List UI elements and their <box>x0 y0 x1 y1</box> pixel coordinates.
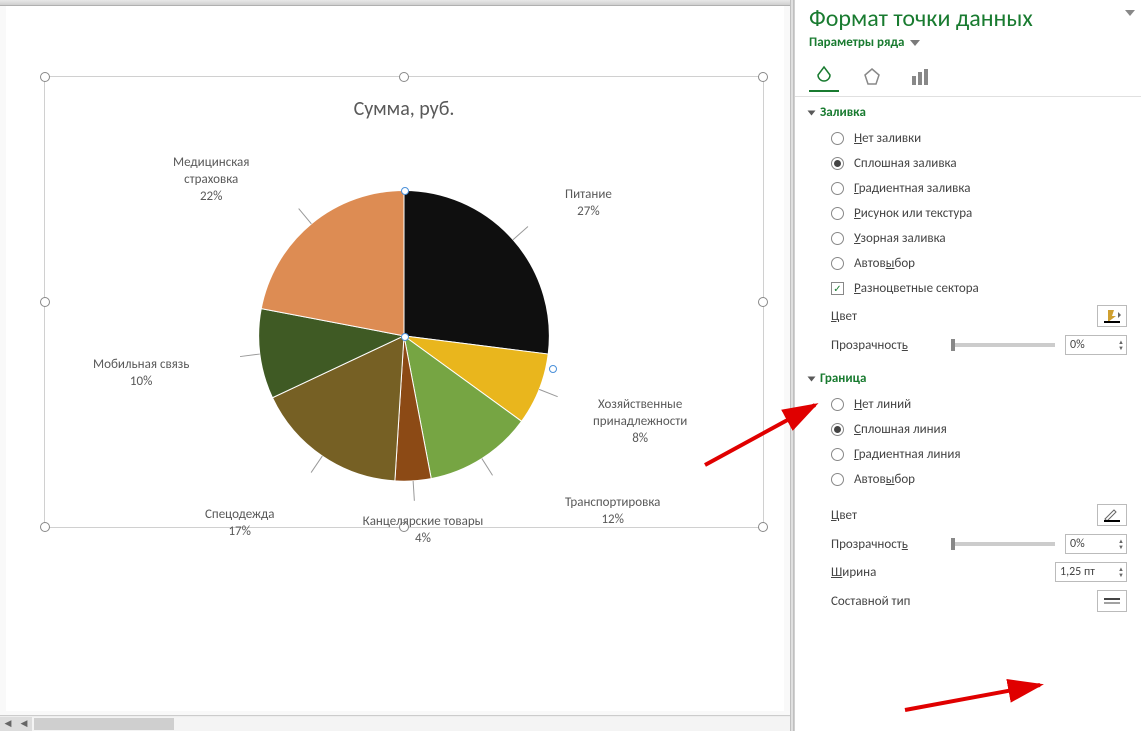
vary-colors-checkbox[interactable]: Разноцветные сектора <box>809 276 1127 301</box>
data-label[interactable]: Канцелярские товары4% <box>363 514 484 548</box>
compound-type-picker[interactable] <box>1097 590 1127 612</box>
horizontal-scrollbar[interactable]: ◀ ◀ <box>0 715 790 731</box>
tab-series-options[interactable] <box>905 62 935 92</box>
border-solid-radio[interactable]: Сплошная линия <box>809 417 1127 442</box>
tab-effects[interactable] <box>857 62 887 92</box>
border-width-row: Ширина 1,25 пт▲▼ <box>809 558 1127 586</box>
scroll-left-button[interactable]: ◀ <box>0 717 16 731</box>
option-tabs <box>795 56 1141 96</box>
scroll-thumb[interactable] <box>34 718 174 730</box>
border-compound-row: Составной тип <box>809 586 1127 616</box>
border-color-picker[interactable] <box>1097 504 1127 526</box>
fill-color-picker[interactable] <box>1097 305 1127 327</box>
fill-section: Заливка Нет заливки Сплошная заливка Гра… <box>795 97 1141 363</box>
border-width-field[interactable]: 1,25 пт▲▼ <box>1055 562 1127 582</box>
scroll-left-button[interactable]: ◀ <box>16 717 32 731</box>
tab-fill-line[interactable] <box>809 62 839 92</box>
fill-gradient-radio[interactable]: Градиентная заливка <box>809 176 1127 201</box>
chart-canvas-area: Сумма, руб. Питание27% Хозяйственныеприн… <box>0 0 790 731</box>
border-transparency-row: Прозрачность 0%▲▼ <box>809 530 1127 558</box>
fill-transparency-field[interactable]: 0%▲▼ <box>1065 335 1127 355</box>
data-label[interactable]: Спецодежда17% <box>205 507 274 541</box>
scroll-track[interactable] <box>32 717 790 731</box>
series-options-dropdown[interactable]: Параметры ряда <box>795 35 1141 56</box>
data-label[interactable]: Мобильная связь10% <box>93 357 189 391</box>
slide: Сумма, руб. Питание27% Хозяйственныеприн… <box>6 6 784 711</box>
border-none-radio[interactable]: Нет линий <box>809 392 1127 417</box>
selection-dot[interactable] <box>549 365 557 373</box>
fill-pattern-radio[interactable]: Узорная заливка <box>809 226 1127 251</box>
triangle-icon <box>808 110 816 115</box>
pane-collapse-button[interactable] <box>1125 10 1135 16</box>
fill-auto-radio[interactable]: Автовыбор <box>809 251 1127 276</box>
fill-picture-radio[interactable]: Рисунок или текстура <box>809 201 1127 226</box>
chart-frame[interactable]: Сумма, руб. Питание27% Хозяйственныеприн… <box>44 76 764 528</box>
fill-transparency-row: Прозрачность 0%▲▼ <box>809 331 1127 359</box>
data-label[interactable]: Питание27% <box>565 187 612 221</box>
border-section-toggle[interactable]: Граница <box>809 367 1127 392</box>
fill-section-toggle[interactable]: Заливка <box>809 101 1127 126</box>
pane-title: Формат точки данных <box>795 0 1141 35</box>
pie-slice[interactable] <box>404 190 549 354</box>
selection-dot[interactable] <box>401 187 409 195</box>
data-label[interactable]: Хозяйственныепринадлежности8% <box>593 397 687 448</box>
border-gradient-radio[interactable]: Градиентная линия <box>809 442 1127 467</box>
border-color-row: Цвет <box>809 500 1127 530</box>
border-transparency-slider[interactable] <box>951 542 1055 546</box>
triangle-icon <box>808 376 816 381</box>
data-label[interactable]: Медицинскаястраховка22% <box>173 155 249 206</box>
fill-color-row: Цвет <box>809 301 1127 331</box>
selection-dot[interactable] <box>401 333 409 341</box>
fill-none-radio[interactable]: Нет заливки <box>809 126 1127 151</box>
format-pane: Формат точки данных Параметры ряда Залив… <box>794 0 1141 731</box>
pie-chart[interactable] <box>45 77 763 527</box>
fill-solid-radio[interactable]: Сплошная заливка <box>809 151 1127 176</box>
border-section: Граница Нет линий Сплошная линия Градиен… <box>795 363 1141 620</box>
data-label[interactable]: Транспортировка12% <box>565 495 660 529</box>
fill-transparency-slider[interactable] <box>951 343 1055 347</box>
border-transparency-field[interactable]: 0%▲▼ <box>1065 534 1127 554</box>
chevron-down-icon <box>910 40 920 46</box>
border-auto-radio[interactable]: Автовыбор <box>809 467 1127 492</box>
